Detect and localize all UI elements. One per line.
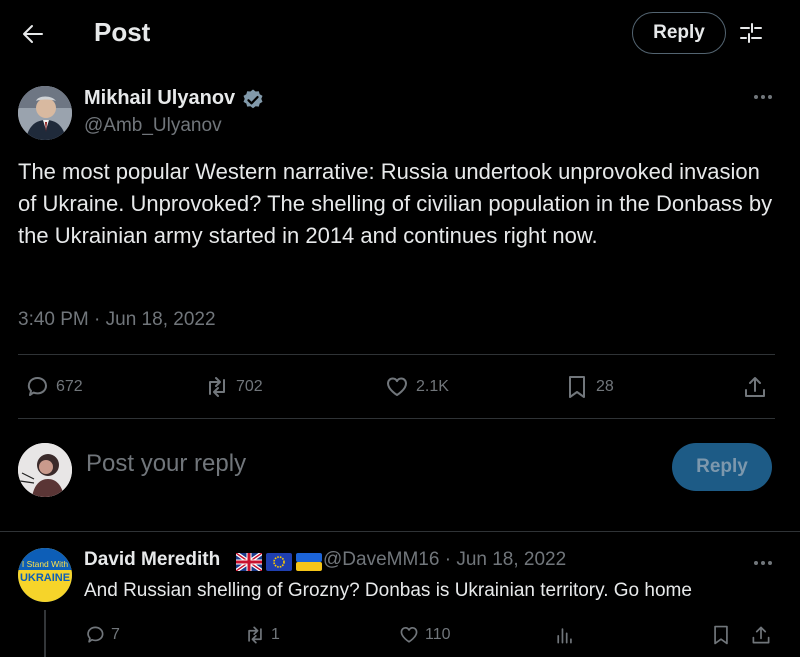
share-icon (750, 624, 772, 646)
reply-share-button[interactable] (750, 622, 772, 648)
reply-button-header[interactable]: Reply (632, 12, 726, 54)
reply-reply-count: 7 (111, 626, 120, 643)
divider (18, 418, 775, 419)
avatar-text-top: I Stand With (22, 559, 69, 569)
back-arrow-icon[interactable] (20, 21, 46, 47)
reply-handle-time[interactable]: @DaveMM16 · Jun 18, 2022 (323, 549, 566, 571)
bookmark-icon (564, 374, 590, 400)
divider (0, 531, 800, 532)
flag-emojis (236, 553, 322, 571)
analytics-icon (554, 624, 576, 646)
page-title: Post (94, 17, 151, 47)
current-user-avatar[interactable] (18, 443, 72, 497)
share-icon (742, 374, 768, 400)
views-button[interactable] (554, 622, 576, 648)
reply-submit-button[interactable]: Reply (672, 443, 772, 491)
reply-repost-count: 1 (271, 626, 280, 643)
thread-line (44, 610, 46, 657)
avatar-text-bottom: UKRAINE (20, 572, 70, 584)
bookmark-icon (710, 624, 732, 646)
reply-author-name[interactable]: David Meredith (84, 549, 220, 571)
repost-count: 702 (236, 378, 263, 395)
more-options-icon[interactable] (752, 90, 774, 104)
reply-reply-count-button[interactable]: 7 (84, 622, 120, 648)
eu-flag-icon (266, 553, 292, 571)
more-options-icon[interactable] (752, 556, 774, 570)
post-timestamp[interactable]: 3:40 PM · Jun 18, 2022 (18, 309, 216, 331)
repost-icon (244, 624, 266, 646)
comment-icon (84, 624, 106, 646)
filter-settings-icon[interactable] (738, 20, 764, 46)
uk-flag-icon (236, 553, 262, 571)
reply-count: 672 (56, 378, 83, 395)
like-count-button[interactable]: 2.1K (384, 373, 449, 401)
bookmark-count-button[interactable]: 28 (564, 373, 614, 401)
author-name[interactable]: Mikhail Ulyanov (84, 87, 235, 110)
reply-author-avatar[interactable]: I Stand With UKRAINE (18, 548, 72, 602)
comment-icon (24, 374, 50, 400)
heart-icon (398, 624, 420, 646)
reply-bookmark-button[interactable] (710, 622, 732, 648)
reply-like-count: 110 (425, 626, 451, 643)
repost-count-button[interactable]: 702 (204, 373, 263, 401)
reply-like-count-button[interactable]: 110 (398, 622, 451, 648)
reply-text: And Russian shelling of Grozny? Donbas i… (84, 580, 692, 601)
share-button[interactable] (742, 373, 768, 401)
divider (18, 354, 775, 355)
reply-count-button[interactable]: 672 (24, 373, 83, 401)
author-handle[interactable]: @Amb_Ulyanov (84, 115, 222, 137)
bookmark-count: 28 (596, 378, 614, 395)
ukraine-flag-icon (296, 553, 322, 571)
reply-input[interactable]: Post your reply (86, 450, 246, 478)
heart-icon (384, 374, 410, 400)
post-text: The most popular Western narrative: Russ… (18, 159, 773, 248)
verified-badge-icon (241, 88, 265, 112)
avatar[interactable] (18, 86, 72, 140)
like-count: 2.1K (416, 378, 449, 395)
reply-repost-count-button[interactable]: 1 (244, 622, 280, 648)
repost-icon (204, 374, 230, 400)
